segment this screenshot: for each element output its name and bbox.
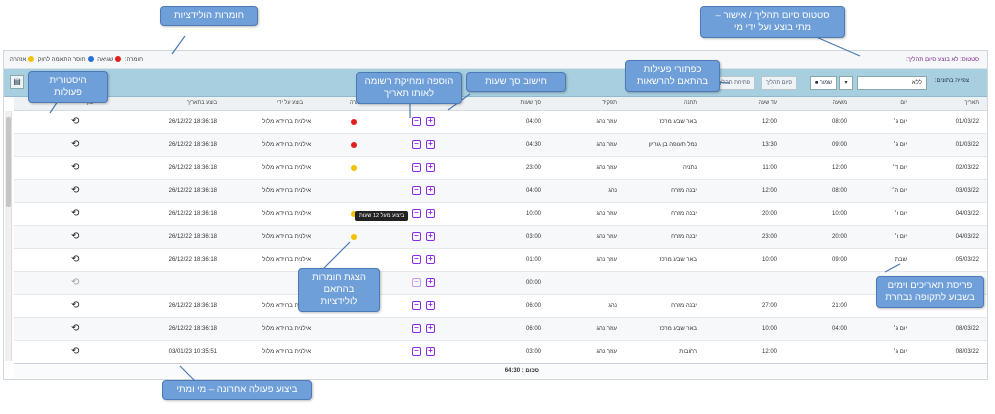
callout-add-remove: הוספה ומחיקת רשומה לאותו תאריך [356, 72, 462, 104]
callout-dates: פריסת תאריכים וימים בשבוע לתקופה נבחרת [876, 276, 984, 308]
callout-status: סטטוס סיום תהליך / אישור – מתי בוצע ועל … [700, 6, 845, 38]
callout-history: היסטורית פעולות [28, 71, 108, 103]
callout-hours: חישוב סך שעות [466, 72, 566, 92]
callout-connectors [49, 29, 901, 382]
callout-severities: חומרות הולידציות [160, 6, 258, 26]
callout-severity-display: הצגת חומרות בהתאם לולידציות [298, 268, 380, 312]
callout-last-action: ביצוע פעולה אחרונה – מי ומתי [162, 380, 312, 400]
callout-buttons: כפתורי פעילות בהתאם להרשאות [625, 60, 720, 92]
